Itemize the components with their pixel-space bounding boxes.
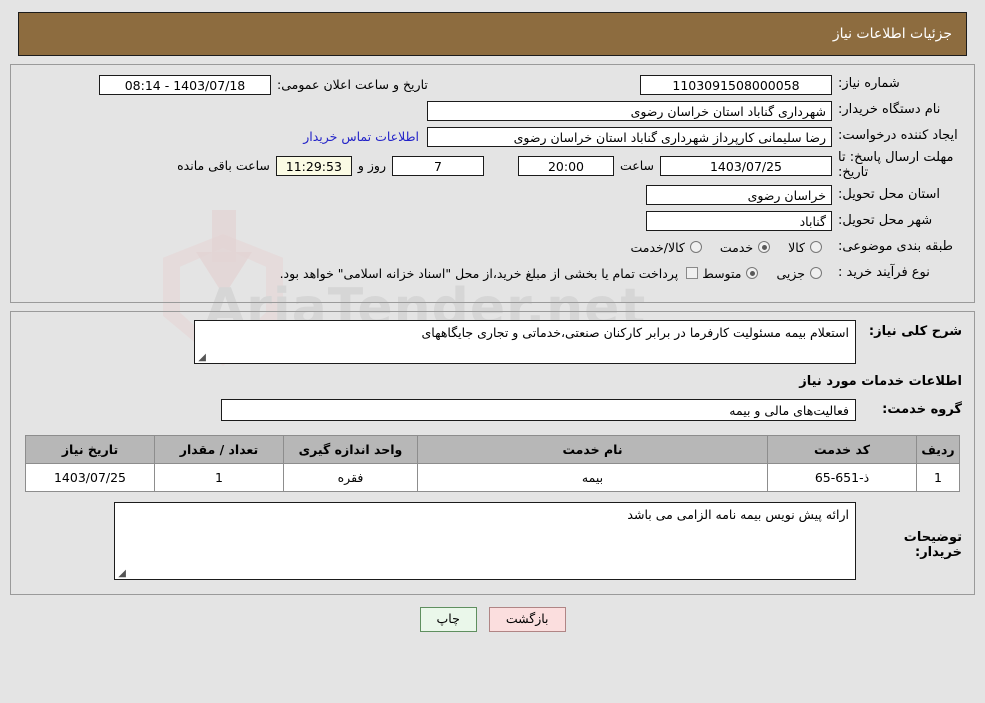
radio-category-goods[interactable]: کالا	[784, 240, 832, 255]
print-button[interactable]: چاپ	[419, 606, 477, 632]
treasury-documents-checkbox[interactable]	[686, 267, 699, 280]
row-delivery-province: استان محل تحویل: خراسان رضوی	[21, 184, 964, 207]
delivery-province-label: استان محل تحویل:	[838, 187, 940, 203]
row-need-number: شماره نیاز: 1103091508000058 تاریخ و ساع…	[21, 73, 964, 96]
buyer-notes-value: ارائه پیش نویس بیمه نامه الزامی می باشد	[627, 506, 849, 522]
row-subject-category: طبقه بندی موضوعی: کالا خدمت کالا/خدمت	[21, 236, 964, 259]
need-number-label: شماره نیاز:	[838, 76, 900, 92]
row-buyer-org: نام دستگاه خریدار: شهرداری گناباد استان …	[21, 99, 964, 122]
table-header-row: ردیف کد خدمت نام خدمت واحد اندازه گیری ت…	[25, 434, 960, 464]
row-purchase-process: نوع فرآیند خرید : جزیی متوسط پرداخت تمام…	[21, 262, 964, 285]
radio-category-goods-service[interactable]: کالا/خدمت	[626, 240, 711, 255]
radio-button-selected-icon[interactable]	[758, 241, 771, 254]
need-description-textarea[interactable]: استعلام بیمه مسئولیت کارفرما در برابر کا…	[194, 319, 856, 364]
need-description-label: شرح کلی نیاز:	[868, 323, 962, 339]
subject-category-radio-group: کالا خدمت کالا/خدمت	[626, 240, 832, 255]
page-header: جزئیات اطلاعات نیاز	[18, 12, 967, 56]
cell-radif: 1	[916, 462, 960, 492]
services-table-body: 1 ذ-651-65 بیمه فقره 1 1403/07/25	[25, 462, 960, 492]
page-root: جزئیات اطلاعات نیاز شماره نیاز: 11030915…	[0, 12, 985, 632]
services-table: ردیف کد خدمت نام خدمت واحد اندازه گیری ت…	[25, 434, 960, 492]
cell-service-name: بیمه	[417, 462, 768, 492]
service-group-field: فعالیت‌های مالی و بیمه	[221, 398, 856, 421]
radio-category-service[interactable]: خدمت	[716, 240, 780, 255]
request-creator-label: ایجاد کننده درخواست:	[838, 128, 958, 144]
need-number-field: 1103091508000058	[640, 74, 832, 95]
announce-label: تاریخ و ساعت اعلان عمومی:	[277, 77, 428, 92]
subject-category-label: طبقه بندی موضوعی:	[838, 239, 954, 255]
radio-label: کالا	[788, 239, 805, 255]
col-header-service-name: نام خدمت	[417, 434, 768, 464]
response-deadline-label: مهلت ارسال پاسخ: تا تاریخ:	[838, 150, 954, 180]
buyer-notes-label: توضیحات خریدار:	[903, 529, 962, 560]
row-need-description: شرح کلی نیاز: استعلام بیمه مسئولیت کارفر…	[21, 319, 964, 364]
radio-label: جزیی	[776, 265, 805, 281]
resize-grip-icon[interactable]: ◢	[117, 568, 126, 578]
back-button[interactable]: بازگشت	[488, 606, 566, 632]
row-service-group: گروه خدمت: فعالیت‌های مالی و بیمه	[21, 398, 964, 421]
services-section-title: اطلاعات خدمات مورد نیاز	[799, 373, 962, 389]
treasury-documents-note: پرداخت تمام یا بخشی از مبلغ خرید،از محل …	[279, 265, 679, 281]
radio-label: کالا/خدمت	[630, 239, 685, 255]
cell-unit: فقره	[283, 462, 418, 492]
service-group-label: گروه خدمت:	[882, 402, 962, 418]
days-label: روز و	[357, 158, 386, 174]
col-header-quantity: تعداد / مقدار	[154, 434, 284, 464]
delivery-city-field: گناباد	[646, 211, 832, 232]
col-header-radif: ردیف	[916, 434, 960, 464]
services-table-head: ردیف کد خدمت نام خدمت واحد اندازه گیری ت…	[25, 434, 960, 464]
cell-service-code: ذ-651-65	[767, 462, 917, 492]
request-creator-field: رضا سلیمانی کارپرداز شهرداری گناباد استا…	[427, 126, 832, 147]
purchase-process-radio-group: جزیی متوسط	[698, 266, 832, 281]
remaining-clock-field: 11:29:53	[275, 155, 352, 176]
services-table-wrapper: ردیف کد خدمت نام خدمت واحد اندازه گیری ت…	[25, 434, 960, 492]
cell-need-date: 1403/07/25	[25, 462, 155, 492]
row-request-creator: ایجاد کننده درخواست: رضا سلیمانی کارپردا…	[21, 125, 964, 148]
buyer-org-field: شهرداری گناباد استان خراسان رضوی	[427, 100, 832, 121]
buyer-org-label: نام دستگاه خریدار:	[838, 102, 941, 118]
delivery-city-label: شهر محل تحویل:	[838, 213, 933, 229]
radio-button-icon[interactable]	[810, 241, 822, 254]
radio-button-icon[interactable]	[810, 267, 822, 280]
footer-button-bar: بازگشت چاپ	[0, 606, 985, 632]
page-title: جزئیات اطلاعات نیاز	[832, 26, 952, 42]
resize-grip-icon[interactable]: ◢	[197, 352, 206, 362]
radio-button-icon[interactable]	[689, 241, 702, 254]
remaining-hours-label: ساعت باقی مانده	[177, 158, 270, 174]
col-header-unit: واحد اندازه گیری	[283, 434, 418, 464]
row-response-deadline: مهلت ارسال پاسخ: تا تاریخ: 1403/07/25 سا…	[21, 150, 964, 181]
need-details-panel: شرح کلی نیاز: استعلام بیمه مسئولیت کارفر…	[10, 310, 975, 595]
col-header-need-date: تاریخ نیاز	[25, 434, 155, 464]
table-row: 1 ذ-651-65 بیمه فقره 1 1403/07/25	[25, 462, 960, 492]
hour-label: ساعت	[619, 158, 654, 174]
radio-label: خدمت	[719, 239, 754, 255]
need-description-value: استعلام بیمه مسئولیت کارفرما در برابر کا…	[421, 324, 849, 340]
row-delivery-city: شهر محل تحویل: گناباد	[21, 210, 964, 233]
buyer-notes-textarea[interactable]: ارائه پیش نویس بیمه نامه الزامی می باشد …	[114, 501, 856, 580]
remaining-days-field: 7	[391, 155, 484, 176]
announce-datetime-field: 1403/07/18 - 08:14	[99, 74, 271, 95]
cell-quantity: 1	[154, 462, 284, 492]
deadline-date-field: 1403/07/25	[660, 155, 832, 176]
radio-process-medium[interactable]: متوسط	[698, 266, 768, 281]
buyer-contact-link[interactable]: اطلاعات تماس خریدار	[295, 129, 427, 144]
radio-label: متوسط	[702, 265, 742, 281]
purchase-process-label: نوع فرآیند خرید :	[838, 265, 930, 281]
deadline-time-field: 20:00	[517, 155, 614, 176]
radio-button-selected-icon[interactable]	[746, 267, 759, 280]
radio-process-minor[interactable]: جزیی	[772, 266, 832, 281]
col-header-service-code: کد خدمت	[767, 434, 917, 464]
need-summary-panel: شماره نیاز: 1103091508000058 تاریخ و ساع…	[10, 64, 975, 303]
delivery-province-field: خراسان رضوی	[646, 185, 832, 206]
row-buyer-notes: توضیحات خریدار: ارائه پیش نویس بیمه نامه…	[21, 501, 964, 580]
